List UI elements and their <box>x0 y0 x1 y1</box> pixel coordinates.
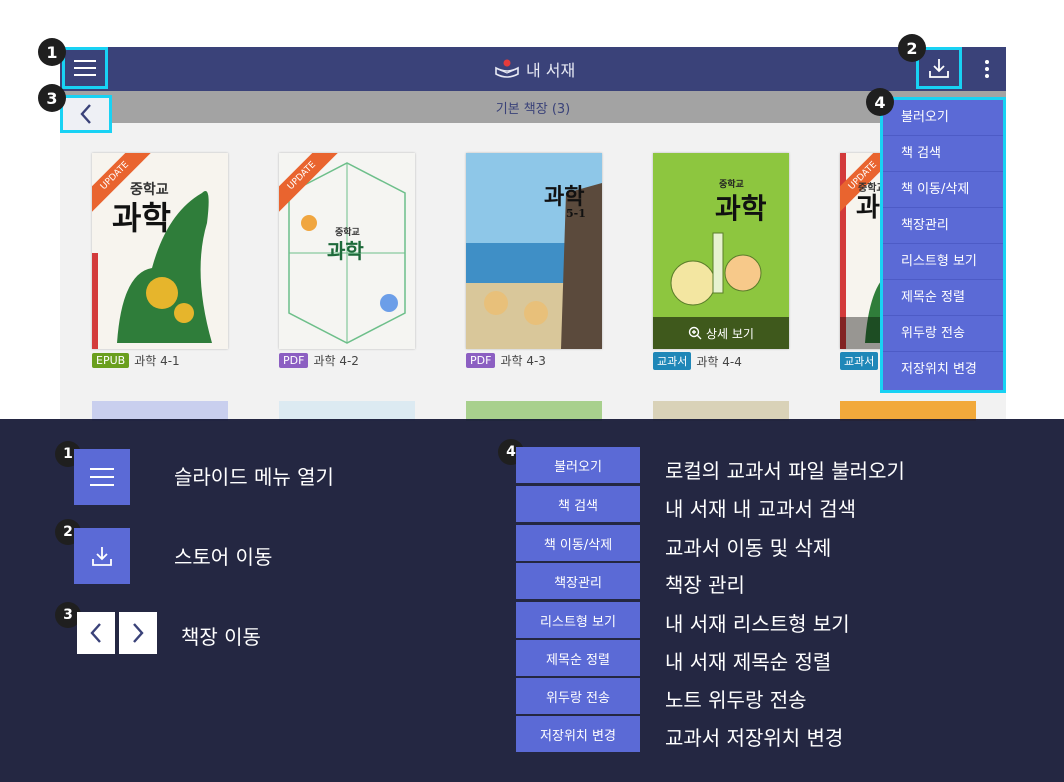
menu-item-import[interactable]: 불러오기 <box>883 100 1003 136</box>
cover-subtitle: 5-1 <box>566 207 586 220</box>
library-logo-icon <box>495 59 519 78</box>
callout-badge-4: 4 <box>866 88 894 116</box>
legend-menu-desc-send: 노트 위두랑 전송 <box>665 688 807 712</box>
chevron-right-icon <box>133 623 144 643</box>
format-badge: PDF <box>279 353 309 368</box>
top-bar: 내 서재 <box>60 47 1006 91</box>
book-cover: 중학교 과학 상세 보기 <box>653 153 789 349</box>
legend-menu-btn-search: 책 검색 <box>516 486 640 522</box>
book-cover: UPDATE 중학교 과학 <box>279 153 415 349</box>
legend-menu-desc-shelf: 책장 관리 <box>665 573 745 597</box>
legend-text-1: 슬라이드 메뉴 열기 <box>174 465 334 489</box>
legend-menu-btn-storage: 저장위치 변경 <box>516 716 640 752</box>
legend-text-2: 스토어 이동 <box>174 545 273 569</box>
cover-title: 과 <box>856 193 880 223</box>
legend-menu-btn-sort: 제목순 정렬 <box>516 640 640 676</box>
legend-menu-btn-list-view: 리스트형 보기 <box>516 602 640 638</box>
format-badge: EPUB <box>92 353 130 368</box>
legend-menu-btn-shelf: 책장관리 <box>516 563 640 599</box>
book-title: 과학 4-2 <box>313 354 359 368</box>
book-title: 과학 4-3 <box>500 354 546 368</box>
legend-menu-desc-sort: 내 서재 제목순 정렬 <box>665 650 832 674</box>
chevron-left-icon <box>90 623 101 643</box>
menu-item-sort-title[interactable]: 제목순 정렬 <box>883 280 1003 316</box>
menu-icon <box>74 60 96 76</box>
book-item[interactable] <box>840 401 976 421</box>
legend-menu-btn-send: 위두랑 전송 <box>516 678 640 714</box>
book-cover: 과학 5-1 <box>466 153 602 349</box>
format-badge: PDF <box>466 353 496 368</box>
legend-menu-desc-move-delete: 교과서 이동 및 삭제 <box>665 536 832 560</box>
book-item[interactable] <box>92 401 228 421</box>
legend-menu-desc-search: 내 서재 내 교과서 검색 <box>665 497 857 521</box>
header-title-group: 내 서재 <box>494 57 575 81</box>
cover-title: 과학 <box>112 199 171 237</box>
zoom-in-icon <box>688 326 702 340</box>
legend-menu-btn-move-delete: 책 이동/삭제 <box>516 525 640 561</box>
legend-menu-btn-import: 불러오기 <box>516 447 640 483</box>
format-badge: 교과서 <box>840 352 879 370</box>
more-vertical-icon <box>985 60 989 78</box>
book-item[interactable] <box>466 401 602 421</box>
menu-item-shelf-manage[interactable]: 책장관리 <box>883 208 1003 244</box>
book-label: PDF 과학 4-2 <box>279 352 359 369</box>
book-label: PDF 과학 4-3 <box>466 352 546 369</box>
legend-download-icon-box <box>74 528 130 584</box>
library-app: 내 서재 기본 책장 (3) UPDATE 중학교 과학 EPUB 과학 4-1… <box>60 47 1006 421</box>
more-options-button[interactable] <box>968 47 1006 91</box>
menu-item-list-view[interactable]: 리스트형 보기 <box>883 244 1003 280</box>
menu-icon <box>90 468 114 486</box>
shelf-bar: 기본 책장 (3) <box>60 91 1006 123</box>
book-item[interactable] <box>653 401 789 421</box>
callout-badge-1: 1 <box>38 38 66 66</box>
book-item[interactable] <box>279 401 415 421</box>
chevron-left-icon <box>80 104 91 124</box>
format-badge: 교과서 <box>653 352 692 370</box>
page-title: 내 서재 <box>526 61 576 80</box>
menu-item-send-widurang[interactable]: 위두랑 전송 <box>883 316 1003 352</box>
download-icon <box>92 547 112 566</box>
book-title: 과학 4-4 <box>696 354 742 369</box>
callout-badge-2: 2 <box>898 34 926 62</box>
legend-panel: 1 슬라이드 메뉴 열기 2 스토어 이동 3 책장 이동 4 불러오기 로컬의… <box>0 419 1064 782</box>
menu-item-search[interactable]: 책 검색 <box>883 136 1003 172</box>
legend-menu-desc-list-view: 내 서재 리스트형 보기 <box>665 612 850 636</box>
callout-badge-3: 3 <box>38 84 66 112</box>
legend-menu-desc-storage: 교과서 저장위치 변경 <box>665 726 844 750</box>
legend-chevron-right-box <box>119 612 157 654</box>
book-label: EPUB 과학 4-1 <box>92 352 180 369</box>
legend-chevron-left-box <box>77 612 115 654</box>
book-label: 교과서 <box>840 352 883 370</box>
detail-view-overlay[interactable]: 상세 보기 <box>653 317 789 349</box>
book-cover: UPDATE 중학교 과학 <box>92 153 228 349</box>
shelf-back-button[interactable] <box>60 95 112 133</box>
legend-menu-desc-import: 로컬의 교과서 파일 불러오기 <box>665 459 905 483</box>
book-title: 과학 4-1 <box>134 354 180 368</box>
book-label: 교과서 과학 4-4 <box>653 352 742 370</box>
cover-title: 과학 <box>327 239 364 263</box>
detail-view-label: 상세 보기 <box>706 326 754 341</box>
menu-item-move-delete[interactable]: 책 이동/삭제 <box>883 172 1003 208</box>
menu-button[interactable] <box>62 47 108 89</box>
options-dropdown-menu: 불러오기 책 검색 책 이동/삭제 책장관리 리스트형 보기 제목순 정렬 위두… <box>880 97 1006 393</box>
cover-title: 과학 <box>715 192 767 225</box>
shelf-title: 기본 책장 (3) <box>495 102 571 117</box>
legend-menu-icon-box <box>74 449 130 505</box>
download-icon <box>929 59 949 78</box>
legend-text-3: 책장 이동 <box>181 625 261 649</box>
menu-item-change-storage[interactable]: 저장위치 변경 <box>883 352 1003 388</box>
